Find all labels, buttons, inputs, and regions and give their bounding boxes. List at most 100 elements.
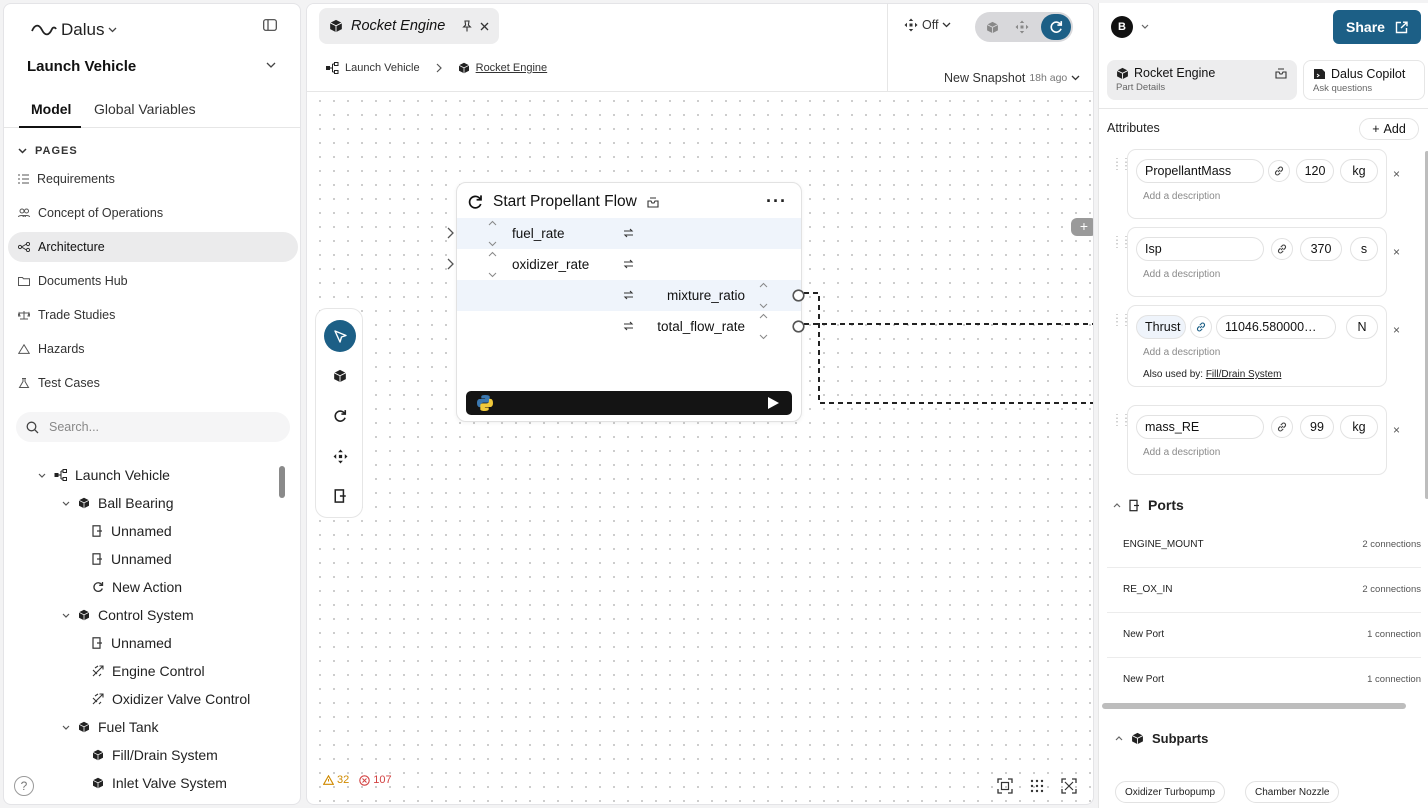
run-icon[interactable] [767, 396, 780, 410]
tree-item-oxidizer-valve-control[interactable]: Oxidizer Valve Control [92, 687, 250, 711]
add-attribute-button[interactable]: + Add [1359, 118, 1419, 140]
tree-item-launch-vehicle[interactable]: Launch Vehicle [38, 463, 170, 487]
tree-search[interactable]: Search... [16, 412, 290, 442]
swap-icon[interactable] [623, 290, 634, 300]
attribute-value-input[interactable]: 11046.580000… [1216, 315, 1336, 339]
link-icon[interactable] [1271, 238, 1293, 260]
sort-stepper-icon[interactable] [488, 220, 497, 247]
tree-scrollbar[interactable] [279, 466, 285, 498]
node-more-button[interactable]: ··· [766, 191, 787, 212]
port-row[interactable]: New Port 1 connection [1107, 658, 1421, 703]
page-trade-studies[interactable]: Trade Studies [8, 300, 298, 330]
add-port-button[interactable]: + [1071, 218, 1093, 236]
inbox-icon[interactable] [647, 196, 659, 208]
attribute-unit-input[interactable]: s [1350, 237, 1378, 261]
project-chevron[interactable] [266, 62, 276, 68]
tree-item-ball-bearing[interactable]: Ball Bearing [62, 491, 174, 515]
port-row[interactable]: ENGINE_MOUNT 2 connections [1107, 523, 1421, 568]
inbox-icon[interactable] [1275, 68, 1287, 79]
sort-stepper-icon[interactable] [759, 313, 768, 340]
grid-icon[interactable] [1029, 778, 1045, 794]
attribute-value-input[interactable]: 99 [1300, 415, 1334, 439]
chevron-down-icon[interactable] [1141, 24, 1149, 29]
tree-item-new-action[interactable]: New Action [92, 575, 182, 599]
subparts-section-header[interactable]: Subparts [1115, 731, 1208, 746]
ports-horizontal-scrollbar[interactable] [1102, 703, 1406, 709]
tab-part-details[interactable]: Rocket Engine Part Details [1107, 60, 1297, 100]
node-title[interactable]: Start Propellant Flow [493, 193, 637, 211]
tree-item-unnamed[interactable]: Unnamed [92, 547, 172, 571]
page-documents-hub[interactable]: Documents Hub [8, 266, 298, 296]
attribute-unit-input[interactable]: N [1346, 315, 1378, 339]
input-row-oxidizer-rate[interactable]: oxidizer_rate [447, 249, 801, 280]
ports-section-header[interactable]: Ports [1113, 497, 1184, 513]
page-concept-of-operations[interactable]: Concept of Operations [8, 198, 298, 228]
input-row-fuel-rate[interactable]: fuel_rate [447, 218, 801, 249]
attribute-description[interactable]: Add a description [1143, 447, 1220, 458]
page-architecture[interactable]: Architecture [8, 232, 298, 262]
page-requirements[interactable]: Requirements [8, 164, 298, 194]
attribute-unit-input[interactable]: kg [1340, 415, 1378, 439]
output-row-total-flow-rate[interactable]: total_flow_rate [457, 311, 805, 342]
share-button[interactable]: Share [1333, 10, 1421, 44]
subpart-chip[interactable]: Oxidizer Turbopump [1115, 781, 1226, 803]
remove-attribute-button[interactable]: × [1393, 323, 1400, 337]
attribute-name-input[interactable]: Thrust [1136, 315, 1186, 339]
link-icon[interactable] [1271, 416, 1293, 438]
auto-layout-icon[interactable] [1061, 778, 1077, 794]
output-row-mixture-ratio[interactable]: mixture_ratio [457, 280, 805, 311]
sort-stepper-icon[interactable] [488, 251, 497, 278]
select-tool[interactable] [324, 320, 356, 352]
tree-item-fill-drain-system[interactable]: Fill/Drain System [92, 743, 218, 767]
attribute-name-input[interactable]: PropellantMass [1136, 159, 1264, 183]
port-row[interactable]: New Port 1 connection [1107, 613, 1421, 658]
warning-count[interactable]: 32 [323, 774, 349, 786]
avatar[interactable]: B [1111, 16, 1133, 38]
chevron-right-icon[interactable] [447, 258, 454, 270]
action-node[interactable]: Start Propellant Flow ··· fuel_rate oxid… [447, 182, 805, 422]
page-test-cases[interactable]: Test Cases [8, 368, 298, 398]
move-tool[interactable] [324, 440, 356, 472]
tree-item-fuel-tank[interactable]: Fuel Tank [62, 715, 158, 739]
attribute-unit-input[interactable]: kg [1340, 159, 1378, 183]
output-port-handle[interactable] [792, 320, 805, 333]
attribute-name-input[interactable]: mass_RE [1136, 415, 1264, 439]
collapse-sidebar-button[interactable] [263, 19, 277, 31]
tree-item-inlet-valve-system[interactable]: Inlet Valve System [92, 771, 227, 795]
attribute-description[interactable]: Add a description [1143, 269, 1220, 280]
link-icon[interactable] [1190, 316, 1212, 338]
tree-item-unnamed[interactable]: Unnamed [92, 631, 172, 655]
subpart-chip[interactable]: Chamber Nozzle [1245, 781, 1340, 803]
tab-model[interactable]: Model [31, 101, 71, 117]
remove-attribute-button[interactable]: × [1393, 245, 1400, 259]
sort-stepper-icon[interactable] [759, 282, 768, 309]
swap-icon[interactable] [623, 259, 634, 269]
code-editor-bar[interactable] [466, 391, 792, 415]
tab-global-variables[interactable]: Global Variables [94, 101, 196, 117]
output-port-handle[interactable] [792, 289, 805, 302]
chevron-right-icon[interactable] [447, 227, 454, 239]
add-action-tool[interactable] [324, 400, 356, 432]
help-button[interactable]: ? [14, 776, 34, 796]
remove-attribute-button[interactable]: × [1393, 423, 1400, 437]
attribute-description[interactable]: Add a description [1143, 347, 1220, 358]
add-part-tool[interactable] [324, 360, 356, 392]
brand-menu[interactable]: Dalus [31, 20, 117, 40]
attribute-value-input[interactable]: 120 [1296, 159, 1334, 183]
tree-item-control-system[interactable]: Control System [62, 603, 194, 627]
attribute-description[interactable]: Add a description [1143, 191, 1220, 202]
error-count[interactable]: 107 [359, 774, 392, 786]
remove-attribute-button[interactable]: × [1393, 167, 1400, 181]
add-port-tool[interactable] [324, 480, 356, 512]
fit-view-icon[interactable] [997, 778, 1013, 794]
tree-item-engine-control[interactable]: Engine Control [92, 659, 205, 683]
attribute-value-input[interactable]: 370 [1300, 237, 1342, 261]
swap-icon[interactable] [623, 321, 634, 331]
attribute-name-input[interactable]: Isp [1136, 237, 1264, 261]
port-row[interactable]: RE_OX_IN 2 connections [1107, 568, 1421, 613]
pages-section-header[interactable]: PAGES [18, 145, 78, 157]
also-used-link[interactable]: Fill/Drain System [1206, 369, 1282, 380]
link-icon[interactable] [1268, 160, 1290, 182]
page-hazards[interactable]: Hazards [8, 334, 298, 364]
project-selector[interactable]: Launch Vehicle [27, 58, 136, 75]
